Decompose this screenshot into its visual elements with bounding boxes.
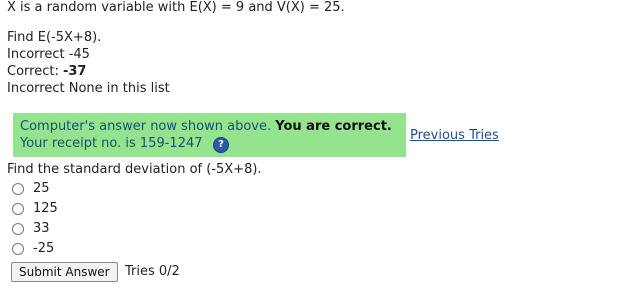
correct-prefix: Correct:: [7, 64, 63, 79]
part1-question: Find E(-5X+8).: [7, 30, 102, 45]
option-label: -25: [33, 241, 55, 256]
submit-answer-button[interactable]: Submit Answer: [11, 262, 118, 282]
correct-value: -37: [62, 64, 87, 79]
option-label: 33: [33, 221, 50, 236]
previous-tries-link[interactable]: Previous Tries: [410, 128, 499, 144]
radio-button[interactable]: [12, 183, 24, 195]
option-label: 125: [33, 201, 58, 216]
option-row[interactable]: -25: [12, 241, 54, 257]
feedback-message: Computer's answer now shown above.: [20, 119, 276, 134]
problem-statement: X is a random variable with E(X) = 9 and…: [7, 0, 345, 15]
feedback-box: Computer's answer now shown above. You a…: [13, 113, 406, 157]
help-circle-icon[interactable]: ?: [213, 137, 229, 153]
receipt-number: Your receipt no. is 159-1247: [20, 136, 203, 151]
option-label: 25: [33, 181, 50, 196]
part2-question: Find the standard deviation of (-5X+8).: [7, 162, 262, 177]
part1-correct-answer: Correct: -37: [7, 64, 86, 80]
radio-button[interactable]: [12, 203, 24, 215]
radio-button[interactable]: [12, 223, 24, 235]
option-row[interactable]: 25: [12, 181, 50, 197]
feedback-status: You are correct.: [275, 119, 392, 134]
feedback-message-line: Computer's answer now shown above. You a…: [20, 119, 392, 135]
option-row[interactable]: 125: [12, 201, 58, 217]
part1-incorrect-none: Incorrect None in this list: [7, 81, 170, 96]
option-row[interactable]: 33: [12, 221, 50, 237]
part1-incorrect-answer: Incorrect -45: [7, 47, 90, 62]
tries-counter: Tries 0/2: [125, 264, 180, 279]
radio-button[interactable]: [12, 243, 24, 255]
receipt-line: Your receipt no. is 159-1247: [20, 136, 203, 152]
